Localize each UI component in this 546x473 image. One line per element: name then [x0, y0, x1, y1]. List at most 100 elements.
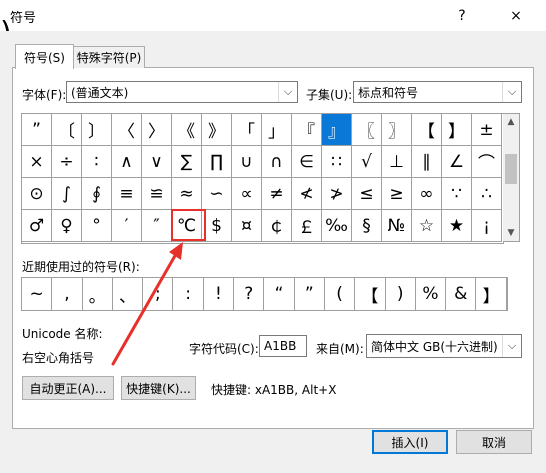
recent-symbol-cell[interactable]: &	[446, 278, 477, 310]
symbol-cell[interactable]: ⌒	[472, 146, 502, 178]
symbol-cell[interactable]: °	[82, 210, 112, 242]
symbol-cell[interactable]: ★	[442, 210, 472, 242]
symbol-cell[interactable]: ∷	[322, 146, 352, 178]
recent-symbol-cell[interactable]: )	[386, 278, 416, 310]
symbol-cell[interactable]: ∨	[142, 146, 172, 178]
symbol-cell[interactable]: ∝	[232, 178, 262, 210]
shortcut-key-button[interactable]: 快捷键(K)...	[121, 376, 196, 400]
symbol-cell[interactable]: 】	[442, 114, 472, 146]
symbol-cell[interactable]: 〗	[382, 114, 412, 146]
help-button[interactable]: ?	[444, 0, 480, 31]
recent-symbol-cell[interactable]: !	[204, 278, 235, 310]
symbol-cell[interactable]: ≮	[292, 178, 322, 210]
recent-symbol-cell[interactable]: ,	[52, 278, 83, 310]
recent-symbol-cell[interactable]: 】	[476, 278, 507, 310]
symbol-cell[interactable]: ⊙	[22, 178, 52, 210]
symbol-cell[interactable]: ∑	[172, 146, 202, 178]
symbol-cell[interactable]: ÷	[52, 146, 82, 178]
symbol-cell[interactable]: ∵	[442, 178, 472, 210]
symbol-cell[interactable]: ≡	[112, 178, 142, 210]
symbol-cell[interactable]: ∩	[262, 146, 292, 178]
tab-special-characters[interactable]: 特殊字符(P)	[73, 46, 145, 68]
symbol-cell[interactable]: ∶	[82, 146, 112, 178]
recent-symbol-cell[interactable]: ?	[234, 278, 265, 310]
symbol-cell[interactable]: 〖	[352, 114, 382, 146]
symbol-cell[interactable]: ∫	[52, 178, 82, 210]
symbol-cell[interactable]: ∏	[202, 146, 232, 178]
recent-symbol-cell[interactable]: :	[173, 278, 204, 310]
symbol-cell[interactable]: ‰	[322, 210, 352, 242]
symbol-cell[interactable]: ∈	[292, 146, 322, 178]
symbol-cell[interactable]: ∧	[112, 146, 142, 178]
symbol-cell[interactable]: ”	[22, 114, 52, 146]
subset-label: 子集(U):	[306, 88, 353, 102]
symbol-cell[interactable]: 〔	[52, 114, 82, 146]
recent-symbol-cell[interactable]: ”	[295, 278, 325, 310]
symbol-cell[interactable]: ∴	[472, 178, 502, 210]
symbol-cell[interactable]: ∥	[412, 146, 442, 178]
from-label: 来自(M):	[316, 342, 364, 356]
autocorrect-button[interactable]: 自动更正(A)...	[22, 376, 114, 400]
symbol-cell[interactable]: ±	[472, 114, 502, 146]
symbol-cell[interactable]: ′	[112, 210, 142, 242]
recent-symbol-cell[interactable]: 【	[355, 278, 386, 310]
annotation-highlight-box	[171, 209, 206, 241]
symbol-cell[interactable]: ≈	[172, 178, 202, 210]
symbol-cell[interactable]: 「	[232, 114, 262, 146]
recent-symbol-cell[interactable]: 。	[83, 278, 113, 310]
symbol-cell[interactable]: ≤	[352, 178, 382, 210]
symbol-cell[interactable]: ≠	[262, 178, 292, 210]
tab-symbols[interactable]: 符号(S)	[15, 44, 74, 69]
symbol-cell[interactable]: 』	[322, 114, 352, 146]
char-code-input[interactable]: A1BB	[259, 335, 307, 357]
recent-symbol-cell[interactable]: ~	[22, 278, 53, 310]
symbol-cell[interactable]: ⊥	[382, 146, 412, 178]
symbol-cell[interactable]: ¤	[232, 210, 262, 242]
symbol-cell[interactable]: ∽	[202, 178, 232, 210]
symbol-cell[interactable]: 》	[202, 114, 232, 146]
symbol-cell[interactable]: ∠	[442, 146, 472, 178]
symbol-cell[interactable]: ♀	[52, 210, 82, 242]
recent-symbol-cell[interactable]: %	[416, 278, 447, 310]
symbol-cell[interactable]: 『	[292, 114, 322, 146]
symbol-cell[interactable]: 【	[412, 114, 442, 146]
symbol-cell[interactable]: ¡	[472, 210, 502, 242]
symbol-cell[interactable]: 」	[262, 114, 292, 146]
symbol-cell[interactable]: ☆	[412, 210, 442, 242]
cancel-button[interactable]: 取消	[456, 430, 532, 454]
symbol-cell[interactable]: ≌	[142, 178, 172, 210]
scrollbar-thumb[interactable]	[505, 154, 517, 184]
subset-select[interactable]: 标点和符号 ⌵	[353, 81, 522, 103]
symbol-cell[interactable]: ∞	[412, 178, 442, 210]
close-button[interactable]: ×	[498, 0, 534, 31]
symbol-cell[interactable]: √	[352, 146, 382, 178]
recent-symbol-cell[interactable]: ;	[143, 278, 174, 310]
symbol-cell[interactable]: ￡	[292, 210, 322, 242]
symbol-grid-scrollbar[interactable]: ▲ ▼	[503, 113, 520, 242]
from-select[interactable]: 简体中文 GB(十六进制) ⌵	[366, 334, 522, 358]
chevron-down-icon[interactable]: ▼	[503, 225, 519, 241]
symbol-cell[interactable]: ×	[22, 146, 52, 178]
insert-button[interactable]: 插入(I)	[372, 430, 448, 454]
symbol-cell[interactable]: 《	[172, 114, 202, 146]
symbol-cell[interactable]: ∮	[82, 178, 112, 210]
symbol-cell[interactable]: $	[202, 210, 232, 242]
font-select[interactable]: (普通文本) ⌵	[66, 81, 298, 103]
symbol-cell[interactable]: 〉	[142, 114, 172, 146]
recent-symbol-cell[interactable]: “	[264, 278, 295, 310]
from-select-value: 简体中文 GB(十六进制)	[371, 339, 498, 354]
chevron-up-icon[interactable]: ▲	[503, 114, 519, 130]
symbol-cell[interactable]: §	[352, 210, 382, 242]
symbol-cell[interactable]: ≯	[322, 178, 352, 210]
recent-symbol-cell[interactable]: (	[325, 278, 356, 310]
recent-symbol-cell[interactable]: 、	[113, 278, 144, 310]
symbol-cell[interactable]: ∪	[232, 146, 262, 178]
symbol-cell[interactable]: №	[382, 210, 412, 242]
symbol-cell[interactable]: 〈	[112, 114, 142, 146]
symbol-cell[interactable]: ￠	[262, 210, 292, 242]
symbol-cell[interactable]: ♂	[22, 210, 52, 242]
symbol-cell[interactable]: ″	[142, 210, 172, 242]
symbol-cell[interactable]: 〕	[82, 114, 112, 146]
font-label: 字体(F):	[22, 88, 67, 102]
symbol-cell[interactable]: ≥	[382, 178, 412, 210]
